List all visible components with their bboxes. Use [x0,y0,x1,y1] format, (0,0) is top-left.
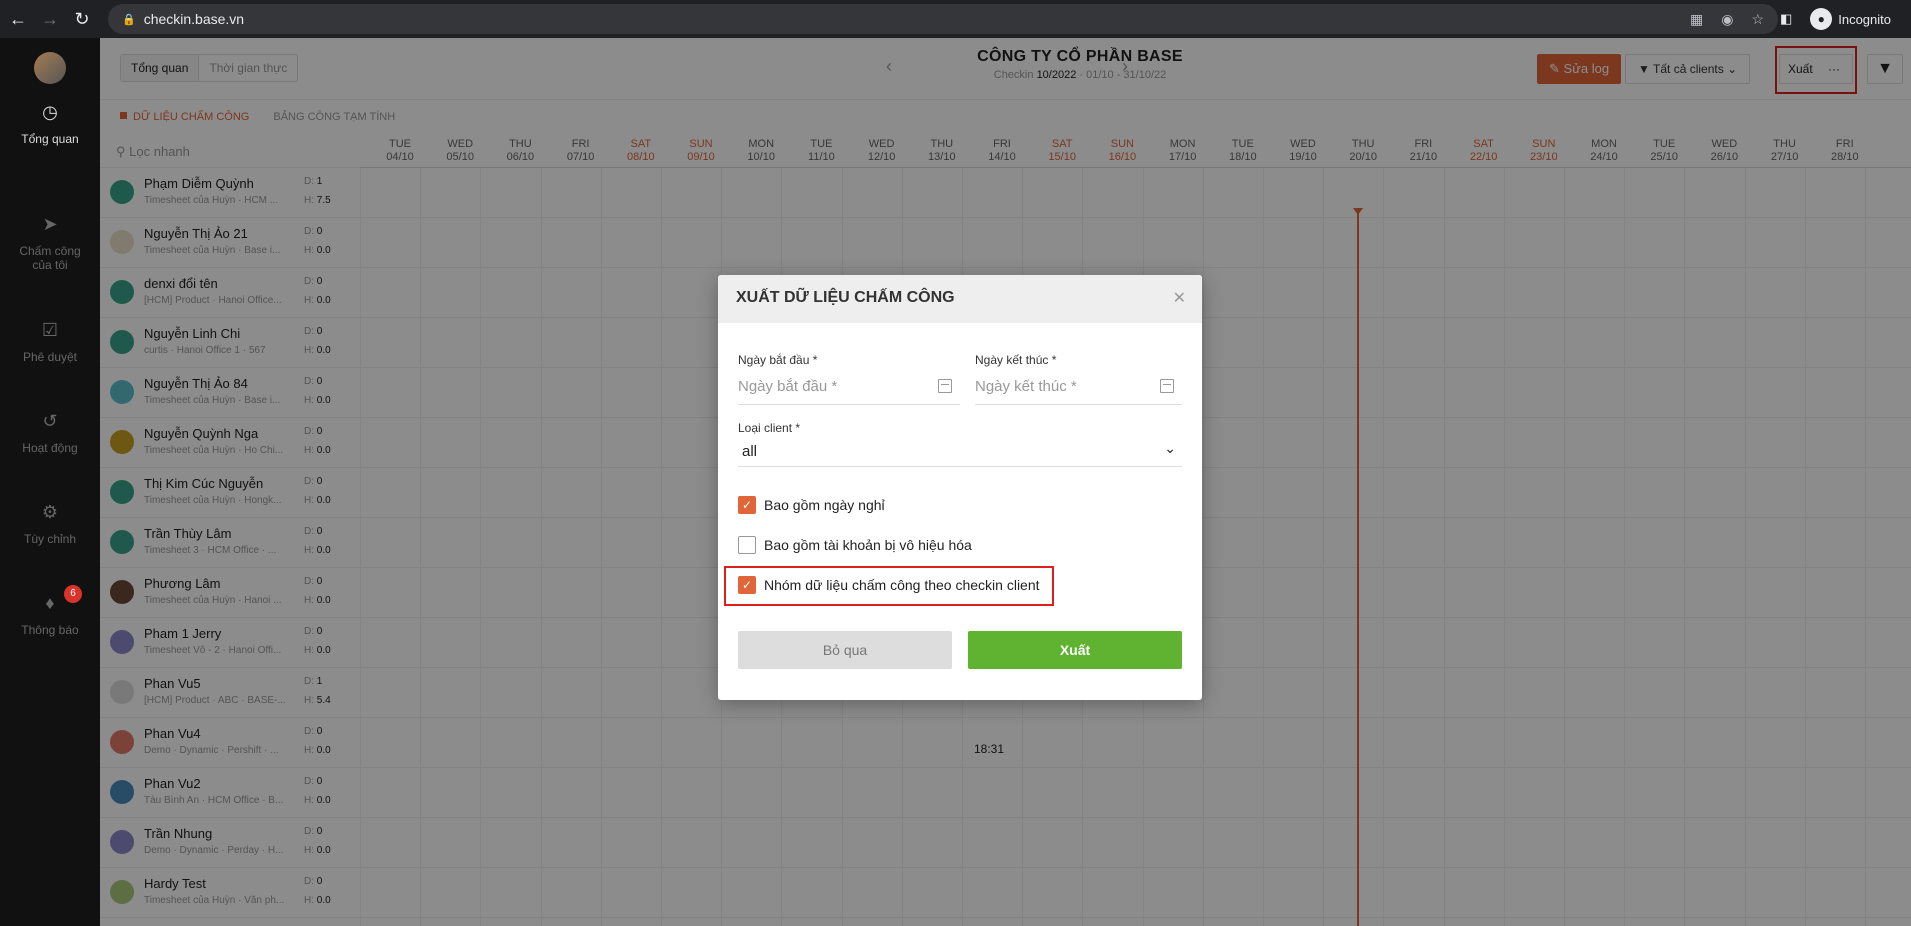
reload-icon[interactable]: ↻ [68,5,96,33]
sidebar-item-settings[interactable]: ⚙ Tùy chỉnh [0,500,100,546]
start-date-label: Ngày bắt đầu * [738,353,818,367]
sidebar-item-label: Thông báo [21,623,79,637]
checkbox-checked-icon[interactable]: ✓ [738,496,756,514]
sidebar-item-activity[interactable]: ↺ Hoạt động [0,409,100,455]
client-type-label: Loại client * [738,421,801,435]
browser-toolbar: ← → ↻ 🔒 checkin.base.vn ▦ ◉ ☆ ◧ ● Incogn… [0,0,1911,38]
incognito-label: Incognito [1838,11,1891,27]
export-confirm-button[interactable]: Xuất [968,631,1182,669]
highlight-box-checkbox [724,566,1054,606]
calendar-icon[interactable] [1160,379,1174,393]
sidebar-item-my-checkin[interactable]: ➤ Chấm công của tôi [0,212,100,272]
close-icon[interactable]: ✕ [1173,288,1186,308]
bell-icon: ♦ [45,593,55,613]
end-date-input[interactable]: Ngày kết thúc * [975,375,1182,405]
chevron-down-icon: ⌄ [1164,440,1176,456]
location-icon: ➤ [42,214,58,234]
sidebar-item-label: Hoạt động [22,441,78,455]
user-avatar[interactable] [34,52,66,84]
start-date-field: Ngày bắt đầu * Ngày bắt đầu * [738,353,960,405]
include-disabled-label: Bao gồm tài khoản bị vô hiệu hóa [764,537,972,553]
include-holidays-checkbox[interactable]: ✓ Bao gồm ngày nghỉ [738,496,885,514]
check-square-icon: ☑ [41,320,59,340]
client-type-select[interactable]: all ⌄ [738,435,1182,467]
sidebar: ◷ Tổng quan ➤ Chấm công của tôi ☑ Phê du… [0,38,100,926]
incognito-indicator[interactable]: ◧ ● Incognito [1780,6,1891,32]
start-date-placeholder: Ngày bắt đầu * [738,378,838,395]
calendar-icon[interactable] [938,379,952,393]
client-type-field: Loại client * [738,421,800,435]
incognito-icon: ● [1810,8,1833,30]
star-icon[interactable]: ☆ [1751,11,1764,28]
start-date-input[interactable]: Ngày bắt đầu * [738,375,960,405]
sidebar-item-approval[interactable]: ☑ Phê duyệt [0,318,100,364]
sidebar-item-notifications[interactable]: ♦ 6 Thông báo [0,585,100,637]
checkbox-unchecked-icon[interactable] [738,536,756,554]
sidebar-item-label: Phê duyệt [22,350,78,364]
end-date-label: Ngày kết thúc * [975,353,1057,367]
end-date-placeholder: Ngày kết thúc * [975,378,1077,395]
client-type-value: all [742,443,758,460]
back-icon[interactable]: ← [4,5,32,33]
lock-icon: 🔒 [122,13,136,26]
export-dialog: XUẤT DỮ LIỆU CHẤM CÔNG ✕ Ngày bắt đầu * … [718,275,1202,700]
clock-icon: ◷ [42,102,58,122]
forward-icon[interactable]: → [36,5,64,33]
end-date-field: Ngày kết thúc * Ngày kết thúc * [975,353,1182,405]
dialog-title: XUẤT DỮ LIỆU CHẤM CÔNG [736,289,955,306]
address-bar[interactable]: 🔒 checkin.base.vn ▦ ◉ ☆ [108,4,1778,34]
cancel-button[interactable]: Bỏ qua [738,631,952,669]
url-text: checkin.base.vn [143,11,245,27]
gear-icon: ⚙ [41,502,59,522]
include-disabled-checkbox[interactable]: Bao gồm tài khoản bị vô hiệu hóa [738,536,972,554]
sidebar-item-label: Tùy chỉnh [23,532,77,546]
translate-icon[interactable]: ▦ [1690,11,1703,28]
sidebar-item-label: Tổng quan [21,132,79,146]
sidebar-item-overview[interactable]: ◷ Tổng quan [0,100,100,146]
history-icon: ↺ [42,411,58,431]
sidepanel-icon[interactable]: ◧ [1780,11,1792,27]
notification-badge: 6 [64,585,82,603]
include-holidays-label: Bao gồm ngày nghỉ [764,497,885,513]
eye-off-icon[interactable]: ◉ [1721,11,1733,28]
sidebar-item-label: Chấm công của tôi [19,244,81,272]
dialog-header: XUẤT DỮ LIỆU CHẤM CÔNG ✕ [718,275,1202,323]
